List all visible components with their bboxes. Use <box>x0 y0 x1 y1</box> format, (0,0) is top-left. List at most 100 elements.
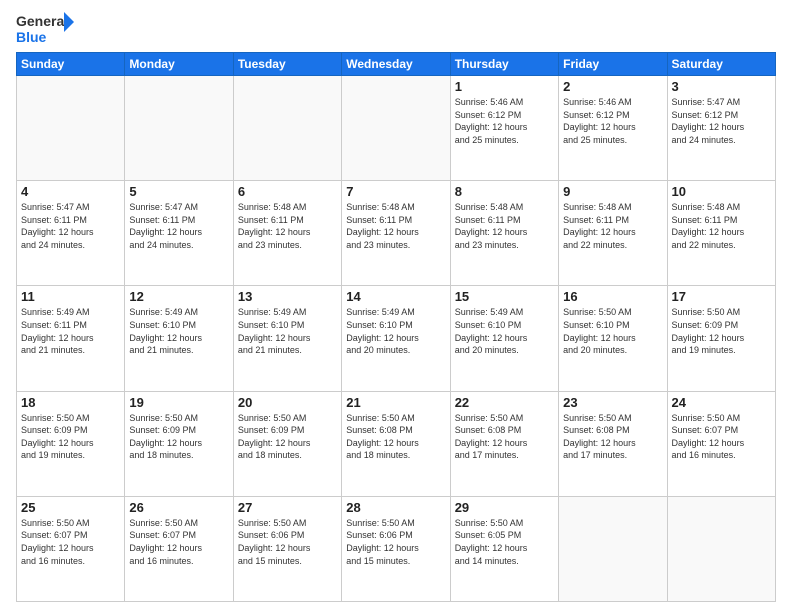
day-info: Sunrise: 5:49 AM Sunset: 6:10 PM Dayligh… <box>455 306 554 356</box>
calendar-cell: 27 Sunrise: 5:50 AM Sunset: 6:06 PM Dayli… <box>233 496 341 601</box>
day-info: Sunrise: 5:49 AM Sunset: 6:11 PM Dayligh… <box>21 306 120 356</box>
day-number: 18 <box>21 395 120 410</box>
day-number: 12 <box>129 289 228 304</box>
day-number: 29 <box>455 500 554 515</box>
day-info: Sunrise: 5:50 AM Sunset: 6:08 PM Dayligh… <box>563 412 662 462</box>
day-info: Sunrise: 5:47 AM Sunset: 6:12 PM Dayligh… <box>672 96 771 146</box>
day-info: Sunrise: 5:49 AM Sunset: 6:10 PM Dayligh… <box>238 306 337 356</box>
calendar-cell: 2 Sunrise: 5:46 AM Sunset: 6:12 PM Daylig… <box>559 76 667 181</box>
calendar-cell <box>233 76 341 181</box>
header: GeneralBlue <box>16 10 776 46</box>
day-number: 24 <box>672 395 771 410</box>
day-info: Sunrise: 5:50 AM Sunset: 6:07 PM Dayligh… <box>21 517 120 567</box>
calendar-table: SundayMondayTuesdayWednesdayThursdayFrid… <box>16 52 776 602</box>
day-number: 25 <box>21 500 120 515</box>
day-number: 22 <box>455 395 554 410</box>
calendar-cell: 8Sunrise: 5:48 AM Sunset: 6:11 PM Daylig… <box>450 181 558 286</box>
page: GeneralBlue SundayMondayTuesdayWednesday… <box>0 0 792 612</box>
calendar-cell <box>17 76 125 181</box>
calendar-cell: 11 Sunrise: 5:49 AM Sunset: 6:11 PM Dayli… <box>17 286 125 391</box>
day-number: 11 <box>21 289 120 304</box>
calendar-header-tuesday: Tuesday <box>233 53 341 76</box>
calendar-header-saturday: Saturday <box>667 53 775 76</box>
day-number: 27 <box>238 500 337 515</box>
calendar-cell: 21 Sunrise: 5:50 AM Sunset: 6:08 PM Dayli… <box>342 391 450 496</box>
calendar-cell: 15 Sunrise: 5:49 AM Sunset: 6:10 PM Dayli… <box>450 286 558 391</box>
calendar-header-row: SundayMondayTuesdayWednesdayThursdayFrid… <box>17 53 776 76</box>
calendar-week-row: 25 Sunrise: 5:50 AM Sunset: 6:07 PM Dayli… <box>17 496 776 601</box>
day-info: Sunrise: 5:50 AM Sunset: 6:09 PM Dayligh… <box>672 306 771 356</box>
day-info: Sunrise: 5:50 AM Sunset: 6:07 PM Dayligh… <box>672 412 771 462</box>
calendar-cell <box>667 496 775 601</box>
day-number: 2 <box>563 79 662 94</box>
calendar-cell: 3Sunrise: 5:47 AM Sunset: 6:12 PM Daylig… <box>667 76 775 181</box>
day-number: 19 <box>129 395 228 410</box>
calendar-cell: 20 Sunrise: 5:50 AM Sunset: 6:09 PM Dayli… <box>233 391 341 496</box>
calendar-cell: 6Sunrise: 5:48 AM Sunset: 6:11 PM Daylig… <box>233 181 341 286</box>
calendar-cell: 5 Sunrise: 5:47 AM Sunset: 6:11 PM Daylig… <box>125 181 233 286</box>
day-number: 20 <box>238 395 337 410</box>
day-info: Sunrise: 5:49 AM Sunset: 6:10 PM Dayligh… <box>346 306 445 356</box>
day-number: 10 <box>672 184 771 199</box>
day-info: Sunrise: 5:49 AM Sunset: 6:10 PM Dayligh… <box>129 306 228 356</box>
day-number: 5 <box>129 184 228 199</box>
day-info: Sunrise: 5:48 AM Sunset: 6:11 PM Dayligh… <box>672 201 771 251</box>
day-info: Sunrise: 5:50 AM Sunset: 6:09 PM Dayligh… <box>21 412 120 462</box>
day-info: Sunrise: 5:48 AM Sunset: 6:11 PM Dayligh… <box>346 201 445 251</box>
day-info: Sunrise: 5:50 AM Sunset: 6:08 PM Dayligh… <box>346 412 445 462</box>
calendar-cell: 13 Sunrise: 5:49 AM Sunset: 6:10 PM Dayli… <box>233 286 341 391</box>
calendar-cell: 29 Sunrise: 5:50 AM Sunset: 6:05 PM Dayli… <box>450 496 558 601</box>
day-info: Sunrise: 5:50 AM Sunset: 6:07 PM Dayligh… <box>129 517 228 567</box>
day-info: Sunrise: 5:48 AM Sunset: 6:11 PM Dayligh… <box>563 201 662 251</box>
day-number: 4 <box>21 184 120 199</box>
calendar-week-row: 1 Sunrise: 5:46 AM Sunset: 6:12 PM Daylig… <box>17 76 776 181</box>
calendar-cell: 18 Sunrise: 5:50 AM Sunset: 6:09 PM Dayli… <box>17 391 125 496</box>
calendar-week-row: 18 Sunrise: 5:50 AM Sunset: 6:09 PM Dayli… <box>17 391 776 496</box>
day-number: 21 <box>346 395 445 410</box>
day-number: 13 <box>238 289 337 304</box>
svg-text:General: General <box>16 13 68 29</box>
day-number: 1 <box>455 79 554 94</box>
calendar-cell: 9Sunrise: 5:48 AM Sunset: 6:11 PM Daylig… <box>559 181 667 286</box>
calendar-cell <box>342 76 450 181</box>
day-info: Sunrise: 5:48 AM Sunset: 6:11 PM Dayligh… <box>238 201 337 251</box>
calendar-cell <box>559 496 667 601</box>
day-info: Sunrise: 5:50 AM Sunset: 6:08 PM Dayligh… <box>455 412 554 462</box>
day-number: 16 <box>563 289 662 304</box>
day-info: Sunrise: 5:50 AM Sunset: 6:05 PM Dayligh… <box>455 517 554 567</box>
calendar-header-friday: Friday <box>559 53 667 76</box>
day-info: Sunrise: 5:50 AM Sunset: 6:10 PM Dayligh… <box>563 306 662 356</box>
calendar-week-row: 4 Sunrise: 5:47 AM Sunset: 6:11 PM Daylig… <box>17 181 776 286</box>
day-number: 15 <box>455 289 554 304</box>
calendar-cell: 14 Sunrise: 5:49 AM Sunset: 6:10 PM Dayli… <box>342 286 450 391</box>
day-info: Sunrise: 5:48 AM Sunset: 6:11 PM Dayligh… <box>455 201 554 251</box>
calendar-cell: 19 Sunrise: 5:50 AM Sunset: 6:09 PM Dayli… <box>125 391 233 496</box>
calendar-header-monday: Monday <box>125 53 233 76</box>
day-info: Sunrise: 5:50 AM Sunset: 6:06 PM Dayligh… <box>346 517 445 567</box>
day-number: 26 <box>129 500 228 515</box>
day-number: 28 <box>346 500 445 515</box>
calendar-cell: 22 Sunrise: 5:50 AM Sunset: 6:08 PM Dayli… <box>450 391 558 496</box>
svg-text:Blue: Blue <box>16 29 47 45</box>
calendar-cell: 12 Sunrise: 5:49 AM Sunset: 6:10 PM Dayli… <box>125 286 233 391</box>
calendar-cell: 10 Sunrise: 5:48 AM Sunset: 6:11 PM Dayli… <box>667 181 775 286</box>
calendar-header-sunday: Sunday <box>17 53 125 76</box>
calendar-cell: 26 Sunrise: 5:50 AM Sunset: 6:07 PM Dayli… <box>125 496 233 601</box>
calendar-cell: 23Sunrise: 5:50 AM Sunset: 6:08 PM Dayli… <box>559 391 667 496</box>
calendar-week-row: 11 Sunrise: 5:49 AM Sunset: 6:11 PM Dayli… <box>17 286 776 391</box>
day-number: 14 <box>346 289 445 304</box>
day-info: Sunrise: 5:50 AM Sunset: 6:09 PM Dayligh… <box>129 412 228 462</box>
day-info: Sunrise: 5:47 AM Sunset: 6:11 PM Dayligh… <box>129 201 228 251</box>
day-info: Sunrise: 5:47 AM Sunset: 6:11 PM Dayligh… <box>21 201 120 251</box>
calendar-header-wednesday: Wednesday <box>342 53 450 76</box>
day-number: 7 <box>346 184 445 199</box>
calendar-header-thursday: Thursday <box>450 53 558 76</box>
calendar-cell: 17Sunrise: 5:50 AM Sunset: 6:09 PM Dayli… <box>667 286 775 391</box>
calendar-cell: 7 Sunrise: 5:48 AM Sunset: 6:11 PM Daylig… <box>342 181 450 286</box>
day-info: Sunrise: 5:50 AM Sunset: 6:09 PM Dayligh… <box>238 412 337 462</box>
calendar-cell: 25 Sunrise: 5:50 AM Sunset: 6:07 PM Dayli… <box>17 496 125 601</box>
generalblue-logo-icon: GeneralBlue <box>16 10 76 46</box>
day-info: Sunrise: 5:46 AM Sunset: 6:12 PM Dayligh… <box>563 96 662 146</box>
day-info: Sunrise: 5:46 AM Sunset: 6:12 PM Dayligh… <box>455 96 554 146</box>
day-info: Sunrise: 5:50 AM Sunset: 6:06 PM Dayligh… <box>238 517 337 567</box>
